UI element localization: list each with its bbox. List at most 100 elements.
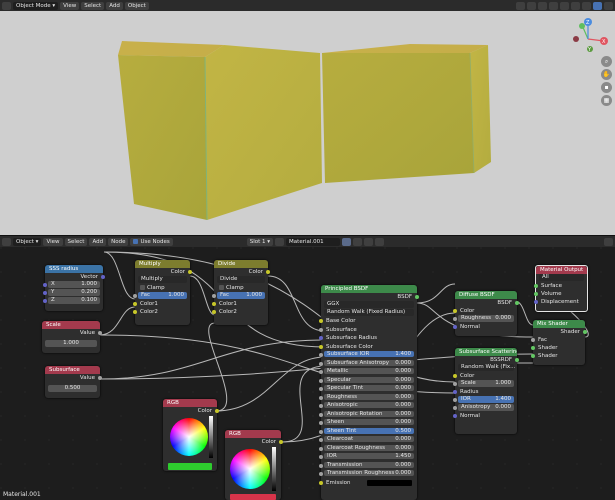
- sss-scale-socket[interactable]: [453, 382, 457, 386]
- divide-color2-socket[interactable]: [212, 310, 216, 314]
- principled-input-sheen[interactable]: Sheen 0.000: [319, 419, 417, 428]
- sss-color-socket[interactable]: [453, 374, 457, 378]
- principled-subsurface-ior-socket[interactable]: [319, 353, 323, 357]
- principled-input-ior[interactable]: IOR 1.450: [319, 453, 417, 462]
- node-scale-header[interactable]: Scale: [42, 321, 100, 329]
- principled-subsurface-anisotropy-socket[interactable]: [319, 361, 323, 366]
- principled-input-subsurface-anisotropy[interactable]: Subsurface Anisotropy 0.000: [319, 359, 417, 369]
- fake-user-icon[interactable]: [342, 237, 352, 246]
- multiply-op-dropdown[interactable]: Multiply: [138, 276, 187, 283]
- node-rgb-1[interactable]: RGB Color: [163, 399, 219, 471]
- principled-sheen-tint-socket[interactable]: [319, 429, 323, 434]
- copy-material-icon[interactable]: [353, 237, 363, 246]
- zoom-icon[interactable]: ⌕: [601, 56, 612, 67]
- xray-icon[interactable]: [560, 1, 569, 10]
- principled-subsurface-socket[interactable]: [319, 327, 323, 332]
- material-name-field[interactable]: Material.001: [286, 237, 341, 246]
- principled-specular-field[interactable]: Specular 0.000: [324, 376, 414, 383]
- menu-select[interactable]: Select: [81, 1, 105, 10]
- cube-right[interactable]: [322, 44, 491, 183]
- shading-material-icon[interactable]: [582, 1, 591, 10]
- sss-method-dropdown[interactable]: Random Walk (Fix...: [458, 364, 515, 371]
- principled-anisotropic-field[interactable]: Anisotropic 0.000: [324, 402, 414, 408]
- multiply-clamp-checkbox[interactable]: [140, 285, 145, 290]
- principled-transmission-field[interactable]: Transmission 0.000: [324, 461, 414, 468]
- principled-sss-method-dropdown[interactable]: Random Walk (Fixed Radius): [324, 309, 414, 316]
- sss-anisotropy-field[interactable]: Anisotropy 0.000: [458, 404, 514, 411]
- use-nodes-toggle[interactable]: Use Nodes: [130, 237, 173, 246]
- shading-rendered-icon[interactable]: [593, 1, 602, 10]
- sss-z-socket[interactable]: [43, 299, 47, 303]
- object-mode-dropdown[interactable]: Object Mode ▾: [13, 1, 59, 10]
- shading-options-icon[interactable]: [604, 1, 613, 10]
- editor-type-icon[interactable]: [2, 1, 11, 10]
- mix-fac-socket[interactable]: [531, 338, 535, 342]
- node-mix-header[interactable]: Mix Shader: [533, 320, 585, 328]
- visibility-icon[interactable]: [516, 1, 525, 10]
- sss-anisotropy-socket[interactable]: [453, 406, 457, 410]
- principled-specular-tint-field[interactable]: Specular Tint 0.000: [324, 385, 414, 391]
- principled-roughness-field[interactable]: Roughness 0.000: [324, 393, 414, 400]
- principled-input-transmission-roughness[interactable]: Transmission Roughness 0.000: [319, 470, 417, 479]
- rgb2-output-socket[interactable]: [279, 440, 283, 444]
- principled-emission-socket[interactable]: [319, 480, 323, 485]
- rgb1-color-picker[interactable]: [163, 415, 217, 463]
- multiply-color1-socket[interactable]: [133, 302, 137, 306]
- sss-radius-y-field[interactable]: Y 0.200: [48, 289, 100, 296]
- material-browse-icon[interactable]: [275, 237, 285, 246]
- multiply-fac-socket[interactable]: [133, 294, 137, 298]
- node-material-output[interactable]: Material Output All Surface Volume Displ…: [534, 265, 588, 312]
- rgb1-color-swatch[interactable]: [168, 463, 212, 470]
- divide-op-dropdown[interactable]: Divide: [217, 276, 265, 283]
- rgb2-color-swatch[interactable]: [230, 494, 276, 500]
- use-nodes-checkbox[interactable]: [133, 238, 139, 244]
- principled-input-specular-tint[interactable]: Specular Tint 0.000: [319, 385, 417, 394]
- principled-input-sheen-tint[interactable]: Sheen Tint 0.500: [319, 427, 417, 437]
- principled-sheen-tint-field[interactable]: Sheen Tint 0.500: [324, 427, 414, 434]
- multiply-color2-socket[interactable]: [133, 310, 137, 314]
- principled-distribution-dropdown[interactable]: GGX: [324, 301, 414, 308]
- principled-clearcoat-roughness-socket[interactable]: [319, 446, 323, 451]
- sss-normal-socket[interactable]: [453, 414, 457, 418]
- output-displacement-socket[interactable]: [534, 300, 538, 304]
- principled-sheen-field[interactable]: Sheen 0.000: [324, 419, 414, 425]
- principled-anisotropic-rotation-socket[interactable]: [319, 412, 323, 417]
- gizmo-neg-x-axis[interactable]: [573, 36, 579, 42]
- principled-output-socket[interactable]: [415, 295, 419, 299]
- node-diffuse-bsdf[interactable]: Diffuse BSDF BSDF Color Roughness 0.000 N…: [453, 291, 519, 336]
- principled-subsurface-color-socket[interactable]: [319, 344, 323, 349]
- principled-input-anisotropic[interactable]: Anisotropic 0.000: [319, 402, 417, 411]
- divide-fac-field[interactable]: Fac 1.000: [217, 292, 265, 299]
- gizmo-y-axis[interactable]: [579, 23, 585, 29]
- sss-radius-socket[interactable]: [453, 390, 457, 394]
- node-rgb2-header[interactable]: RGB: [225, 430, 281, 438]
- sss-x-socket[interactable]: [43, 283, 47, 287]
- principled-subsurface-radius-socket[interactable]: [319, 336, 323, 340]
- node-principled-header[interactable]: Principled BSDF: [321, 285, 417, 293]
- node-divide[interactable]: Divide Color Divide Clamp Fac 1.000 Color…: [212, 260, 270, 325]
- principled-ior-socket[interactable]: [319, 455, 323, 459]
- output-target-dropdown[interactable]: All: [539, 274, 584, 281]
- principled-input-base-color[interactable]: Base Color: [319, 317, 417, 326]
- principled-anisotropic-socket[interactable]: [319, 404, 323, 408]
- output-volume-socket[interactable]: [534, 292, 538, 296]
- diffuse-roughness-socket[interactable]: [453, 317, 457, 321]
- node-subsurface-scattering[interactable]: Subsurface Scattering BSSRDF Random Walk…: [453, 348, 519, 434]
- subsurface-value-field[interactable]: 0.500: [48, 385, 97, 392]
- principled-input-emission[interactable]: Emission: [319, 479, 417, 488]
- node-multiply-header[interactable]: Multiply: [135, 260, 190, 268]
- slot-dropdown[interactable]: Slot 1 ▾: [246, 237, 274, 246]
- principled-input-subsurface-color[interactable]: Subsurface Color: [319, 343, 417, 352]
- principled-clearcoat-roughness-field[interactable]: Clearcoat Roughness 0.000: [324, 444, 414, 451]
- node-editor-type-icon[interactable]: [2, 237, 11, 246]
- node-scale[interactable]: Scale Value 1.000: [42, 321, 102, 353]
- divide-color1-socket[interactable]: [212, 302, 216, 306]
- node-sss-radius[interactable]: SSS radius Vector X 1.000 Y 0.200 Z 0.100: [43, 265, 105, 311]
- sss-radius-output-socket[interactable]: [101, 275, 105, 279]
- pan-hand-icon[interactable]: ✋: [601, 69, 612, 80]
- node-mix-shader[interactable]: Mix Shader Shader Fac Shader Shader: [531, 320, 587, 365]
- node-subsurface-value[interactable]: Subsurface Value 0.500: [45, 366, 102, 398]
- menu-add-node[interactable]: Add: [89, 237, 107, 246]
- principled-transmission-roughness-socket[interactable]: [319, 472, 323, 476]
- shading-solid-icon[interactable]: [571, 1, 580, 10]
